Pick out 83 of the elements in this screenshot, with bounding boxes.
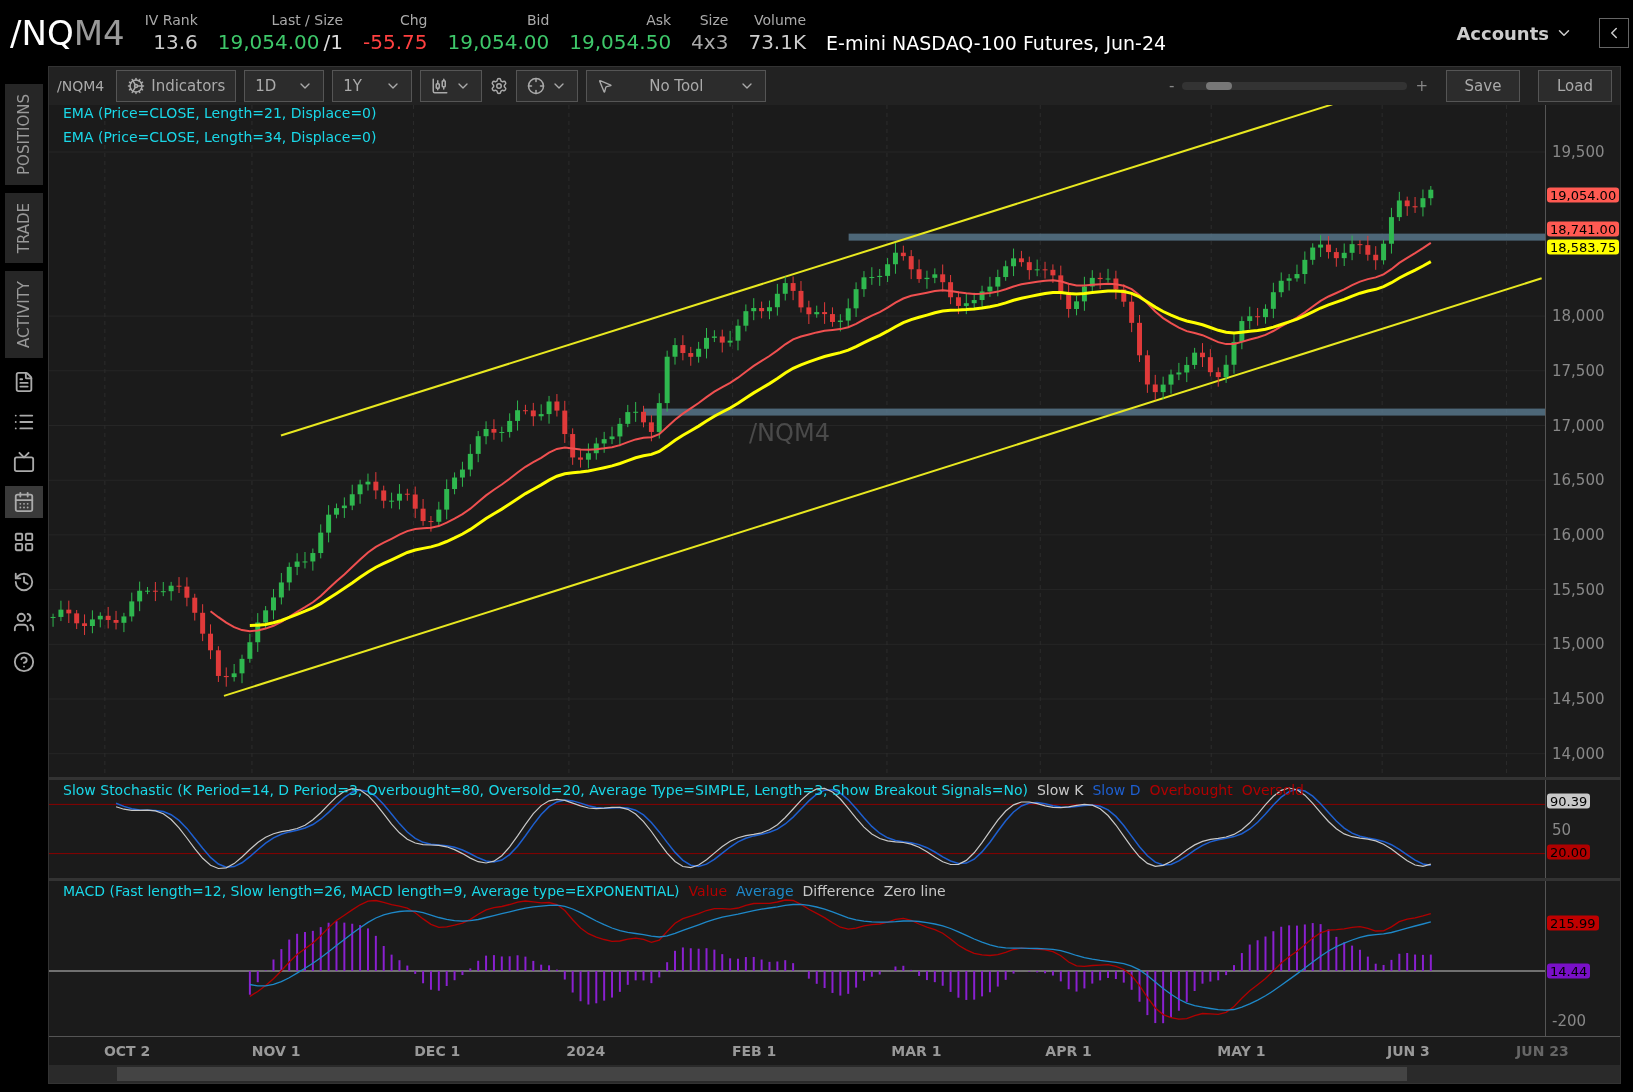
- quote-label: Last / Size: [271, 12, 344, 28]
- quote-label: Size: [699, 12, 729, 28]
- pointer-icon: [597, 78, 614, 94]
- legend-item: Overbought: [1149, 782, 1233, 798]
- settings-icon[interactable]: [490, 77, 509, 95]
- quote-size: /1: [323, 30, 344, 54]
- tool-dropdown[interactable]: No Tool: [586, 70, 767, 102]
- zoom-in-button[interactable]: +: [1415, 77, 1428, 95]
- price-axis-label: 18,000: [1552, 307, 1605, 326]
- gear-icon: [127, 77, 146, 95]
- price-axis-label: 15,500: [1552, 580, 1605, 599]
- sidebar-tab[interactable]: POSITIONS: [5, 84, 43, 185]
- zoom-out-button[interactable]: -: [1169, 77, 1175, 95]
- indicators-button[interactable]: Indicators: [116, 70, 237, 102]
- price-axis-label: 16,500: [1552, 471, 1605, 490]
- horizontal-scrollbar[interactable]: [49, 1065, 1620, 1083]
- slider-thumb[interactable]: [1206, 82, 1233, 90]
- price-axis-label: 16,000: [1552, 525, 1605, 544]
- quote-value: -55.75: [363, 30, 428, 54]
- study-label: EMA (Price=CLOSE, Length=21, Displace=0): [63, 105, 377, 121]
- legend-item: Oversold: [1241, 782, 1304, 798]
- crosshair-icon: [527, 77, 546, 95]
- quote-label: Chg: [399, 12, 428, 28]
- aggregation-dropdown[interactable]: 1D: [244, 70, 325, 102]
- calendar-grid-icon[interactable]: [5, 486, 43, 519]
- accounts-menu[interactable]: Accounts: [1450, 21, 1579, 45]
- toolbar-button[interactable]: Load: [1538, 70, 1612, 102]
- candlestick-icon: [431, 77, 450, 95]
- legend-item: Value: [688, 883, 728, 899]
- legend-item: Average: [736, 883, 794, 899]
- time-axis-label: JUN 3: [1386, 1043, 1430, 1059]
- price-tag: 18,583.75: [1547, 239, 1620, 255]
- quote-value: 73.1K: [748, 30, 807, 54]
- quote-label: Volume: [754, 12, 807, 28]
- price-axis-label: 17,000: [1552, 416, 1605, 435]
- time-axis-label: MAR 1: [891, 1043, 942, 1059]
- toolbar-button[interactable]: Save: [1446, 70, 1520, 102]
- price-tag: 18,741.00: [1547, 221, 1620, 237]
- quote-label: Bid: [526, 12, 550, 28]
- instrument-description: E-mini NASDAQ-100 Futures, Jun-24: [826, 32, 1167, 54]
- legend-item: Slow K: [1036, 782, 1084, 798]
- time-axis-label: JUN 23: [1516, 1043, 1569, 1059]
- value-tag: 215.99: [1547, 915, 1599, 931]
- legend-item: Zero line: [883, 883, 946, 899]
- sidebar-tab[interactable]: ACTIVITY: [5, 271, 43, 359]
- price-axis-label: 14,000: [1552, 744, 1605, 763]
- axis-label: 50: [1552, 821, 1572, 839]
- quote-value: 19,054.00: [217, 30, 320, 54]
- price-axis-label: 15,000: [1552, 635, 1605, 654]
- time-axis-label: FEB 1: [731, 1043, 777, 1059]
- quote-value: 13.6: [153, 30, 198, 54]
- price-axis-label: 17,500: [1552, 361, 1605, 380]
- study-title: MACD (Fast length=12, Slow length=26, MACD length=9, Average type=EXPONENTIAL): [63, 883, 680, 899]
- value-tag: 14.44: [1547, 963, 1591, 979]
- axis-label: -200: [1552, 1012, 1587, 1030]
- price-axis-label: 19,500: [1552, 143, 1605, 161]
- time-axis-label: NOV 1: [251, 1043, 301, 1059]
- symbol-title: /NQM4: [10, 13, 125, 53]
- range-dropdown[interactable]: 1Y: [332, 70, 413, 102]
- quote-value: 19,054.00: [447, 30, 550, 54]
- quote-value: 4x3: [691, 30, 729, 54]
- quote-value: 19,054.50: [569, 30, 672, 54]
- price-axis-label: 14,500: [1552, 690, 1605, 708]
- zoom-slider[interactable]: [1182, 82, 1408, 90]
- price-tag: 19,054.00: [1547, 187, 1620, 203]
- time-axis-label: DEC 1: [414, 1043, 461, 1059]
- sidebar-tab[interactable]: TRADE: [5, 192, 43, 264]
- chart-symbol: /NQM4: [57, 78, 105, 94]
- quote-label: IV Rank: [144, 12, 198, 28]
- time-axis-label: APR 1: [1045, 1043, 1092, 1059]
- time-axis-label: OCT 2: [103, 1043, 151, 1059]
- study-title: Slow Stochastic (K Period=14, D Period=3, Overbought=80, Oversold=20, Average Type=SIMPLE, Length=3, Show Breakout Signals=No): [63, 782, 1028, 798]
- legend-item: Difference: [802, 883, 875, 899]
- chart-type-dropdown[interactable]: [420, 70, 483, 102]
- time-axis-label: MAY 1: [1217, 1043, 1266, 1059]
- study-label: EMA (Price=CLOSE, Length=34, Displace=0): [63, 129, 377, 145]
- time-axis-label: 2024: [566, 1043, 606, 1059]
- value-tag: 20.00: [1547, 844, 1591, 860]
- quote-label: Ask: [646, 12, 672, 28]
- collapse-button[interactable]: [1599, 18, 1629, 48]
- drawing-dropdown[interactable]: [516, 70, 579, 102]
- legend-item: Slow D: [1092, 782, 1141, 798]
- value-tag: 90.39: [1547, 793, 1591, 809]
